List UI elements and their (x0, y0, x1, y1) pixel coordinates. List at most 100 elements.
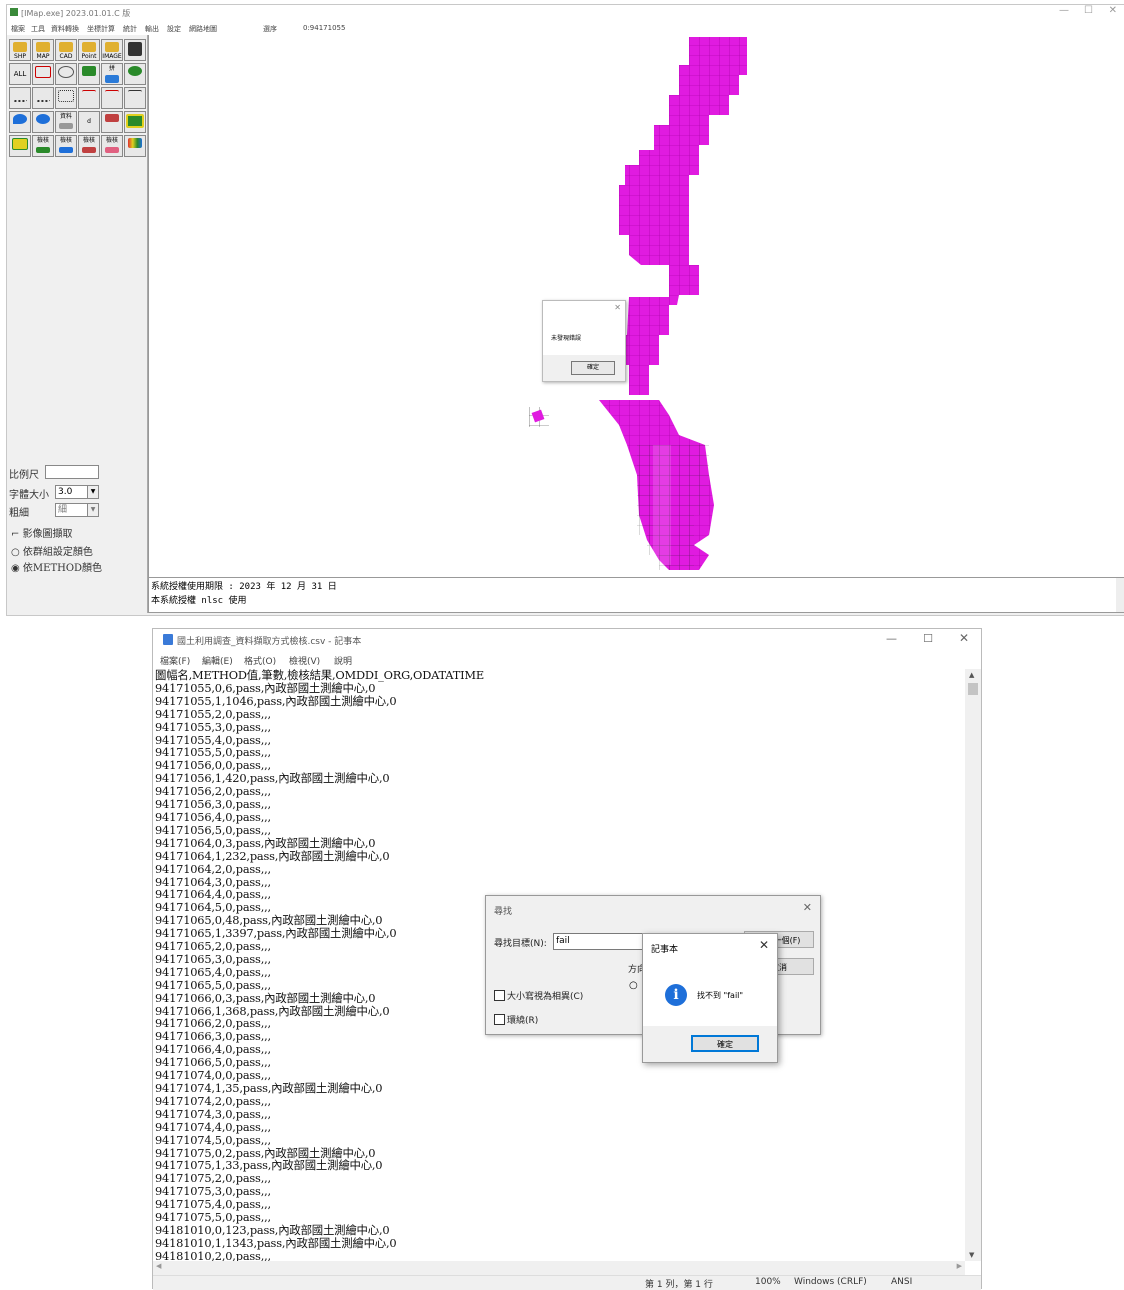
menu-edit[interactable]: 編輯(E) (202, 654, 233, 667)
intersect-tool-icon[interactable] (101, 87, 123, 109)
cross-tool-icon[interactable] (78, 87, 100, 109)
menu-convert[interactable]: 資料轉換 (51, 24, 79, 34)
vertical-scrollbar[interactable]: ▲ ▼ (965, 669, 981, 1261)
rect-select-icon[interactable] (32, 63, 54, 85)
wrap-label: 環繞(R) (507, 1016, 539, 1026)
find-dialog-title: 尋找 (494, 907, 513, 917)
weight-select[interactable]: 細 ▼ (55, 503, 99, 517)
minimize-button[interactable]: — (886, 632, 897, 645)
minimize-button[interactable]: — (1059, 5, 1069, 16)
method-color-radio[interactable]: ◉ 依METHOD顏色 (11, 559, 102, 574)
distance-button[interactable]: d (78, 111, 100, 133)
menu-settings[interactable]: 設定 (167, 24, 181, 34)
log-scrollbar[interactable] (1116, 578, 1124, 612)
menu-file[interactable]: 檔案(F) (160, 654, 190, 667)
dialog-close-icon[interactable]: ✕ (614, 303, 621, 312)
text-line: 94171055,2,0,pass,,, (155, 706, 271, 721)
measure-icon[interactable] (101, 111, 123, 133)
match-case-checkbox[interactable] (494, 990, 505, 1001)
alert-close-icon[interactable]: ✕ (759, 938, 769, 952)
open-point-button[interactable]: Point (78, 39, 100, 61)
menu-bar: 檔案 工具 資料轉換 坐標計算 統計 輸出 設定 網路地圖 選序 0:94171… (7, 21, 1124, 35)
scroll-left-icon[interactable]: ◀ (156, 1262, 161, 1270)
menu-view[interactable]: 檢視(V) (289, 654, 320, 667)
alert-message: 找不到 "fail" (697, 991, 744, 1000)
open-shp-button[interactable]: SHP (9, 39, 31, 61)
notepad-menu-bar: 檔案(F) 編輯(E) 格式(O) 檢視(V) 說明 (153, 651, 981, 667)
scroll-thumb[interactable] (968, 683, 978, 695)
scale-input[interactable] (45, 465, 99, 479)
text-line: 94181010,1,1343,pass,內政部國土測繪中心,0 (155, 1235, 397, 1250)
text-line: 圖幅名,METHOD值,筆數,檢核結果,OMDDI_ORG,ODATATIME (155, 669, 484, 682)
text-line: 94171066,5,0,pass,,, (155, 1055, 271, 1070)
maximize-button[interactable]: ☐ (923, 632, 933, 645)
wrap-checkbox[interactable] (494, 1014, 505, 1025)
close-button[interactable]: ✕ (1109, 5, 1117, 16)
result-dialog: ✕ 未發現錯誤 確定 (542, 300, 626, 382)
image-capture-checkbox[interactable]: ⌐ 影像圖擷取 (11, 525, 73, 540)
not-found-alert: 記事本 ✕ i 找不到 "fail" 確定 (642, 933, 778, 1063)
scroll-up-icon[interactable]: ▲ (969, 671, 974, 679)
marker-icon[interactable] (32, 111, 54, 133)
menu-file[interactable]: 檔案 (11, 24, 25, 34)
select-all-button[interactable]: ALL (9, 63, 31, 85)
menu-webmap[interactable]: 網路地圖 (189, 24, 217, 34)
point-tool-icon[interactable] (32, 87, 54, 109)
text-line: 94171055,1,1046,pass,內政部國土測繪中心,0 (155, 693, 397, 708)
check-button-3[interactable]: 檢核 (78, 135, 100, 157)
palette-icon[interactable] (124, 135, 146, 157)
menu-tools[interactable]: 工具 (31, 24, 45, 34)
open-cad-button[interactable]: CAD (55, 39, 77, 61)
text-line: 94171056,5,0,pass,,, (155, 822, 271, 837)
text-line: 94171074,1,35,pass,內政部國土測繪中心,0 (155, 1081, 383, 1095)
data-table-button[interactable]: 資料 (55, 111, 77, 133)
check-button-1[interactable]: 檢核 (32, 135, 54, 157)
text-line: 94171075,4,0,pass,,, (155, 1197, 271, 1212)
curve-tool-icon[interactable] (55, 87, 77, 109)
text-line: 94171074,2,0,pass,,, (155, 1093, 271, 1108)
scroll-down-icon[interactable]: ▼ (969, 1251, 974, 1259)
info-icon: i (665, 984, 687, 1006)
scale-label: 比例尺 (9, 470, 39, 481)
check-button-4[interactable]: 檢核 (101, 135, 123, 157)
text-line: 94181010,0,123,pass,內政部國土測繪中心,0 (155, 1222, 390, 1237)
encoding: ANSI (891, 1277, 913, 1287)
log-line: 系統授權使用期限 : 2023 年 12 月 31 日 (151, 582, 337, 592)
group-color-radio[interactable]: ○ 依群組設定顏色 (11, 543, 93, 558)
map-canvas[interactable] (148, 35, 1124, 577)
find-close-icon[interactable]: ✕ (803, 901, 812, 914)
fontsize-select[interactable]: 3.0 ▼ (55, 485, 99, 499)
scroll-right-icon[interactable]: ▶ (957, 1262, 962, 1270)
leaf-icon[interactable] (124, 63, 146, 85)
dialog-message: 未發現錯誤 (551, 335, 582, 342)
text-line: 94171074,3,0,pass,,, (155, 1106, 271, 1121)
check-button-2[interactable]: 檢核 (55, 135, 77, 157)
save-icon[interactable] (124, 39, 146, 61)
text-line: 94181010,2,0,pass,,, (155, 1248, 271, 1261)
grid-check-icon[interactable] (9, 135, 31, 157)
direction-up-radio[interactable]: ○ (629, 980, 638, 991)
line-tool-icon[interactable] (9, 87, 31, 109)
dialog-footer: 確定 (543, 355, 625, 381)
menu-output[interactable]: 輸出 (145, 24, 159, 34)
open-map-button[interactable]: MAP (32, 39, 54, 61)
maximize-button[interactable]: ☐ (1084, 5, 1093, 16)
merge-icon[interactable]: 拼 (101, 63, 123, 85)
menu-coord[interactable]: 坐標計算 (87, 24, 115, 34)
polygon-select-icon[interactable] (55, 63, 77, 85)
open-image-button[interactable]: IMAGE (101, 39, 123, 61)
menu-help[interactable]: 說明 (334, 654, 352, 667)
layer-color-icon[interactable] (124, 111, 146, 133)
menu-stats[interactable]: 統計 (123, 24, 137, 34)
edit-polygon-icon[interactable] (78, 63, 100, 85)
zoom-level: 100% (755, 1277, 781, 1287)
notepad-title: 國土利用調查_資料擷取方式檢核.csv - 記事本 (177, 637, 362, 647)
dialog-ok-button[interactable]: 確定 (571, 361, 615, 375)
menu-format[interactable]: 格式(O) (244, 654, 276, 667)
pin-icon[interactable] (9, 111, 31, 133)
horizontal-scrollbar[interactable]: ◀ ▶ (153, 1261, 965, 1275)
match-case-label: 大小寫視為相異(C) (507, 992, 584, 1002)
split-tool-icon[interactable] (124, 87, 146, 109)
close-button[interactable]: ✕ (959, 631, 969, 645)
alert-ok-button[interactable]: 確定 (691, 1035, 759, 1052)
